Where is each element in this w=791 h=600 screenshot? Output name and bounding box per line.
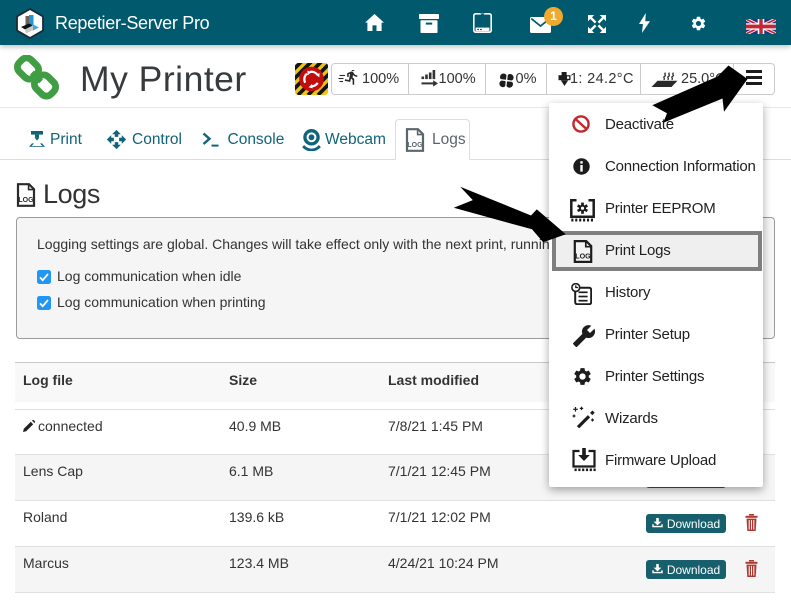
svg-text:LOG: LOG xyxy=(18,197,34,204)
svg-text:LOG: LOG xyxy=(407,142,423,149)
svg-text:LOG: LOG xyxy=(575,252,591,261)
